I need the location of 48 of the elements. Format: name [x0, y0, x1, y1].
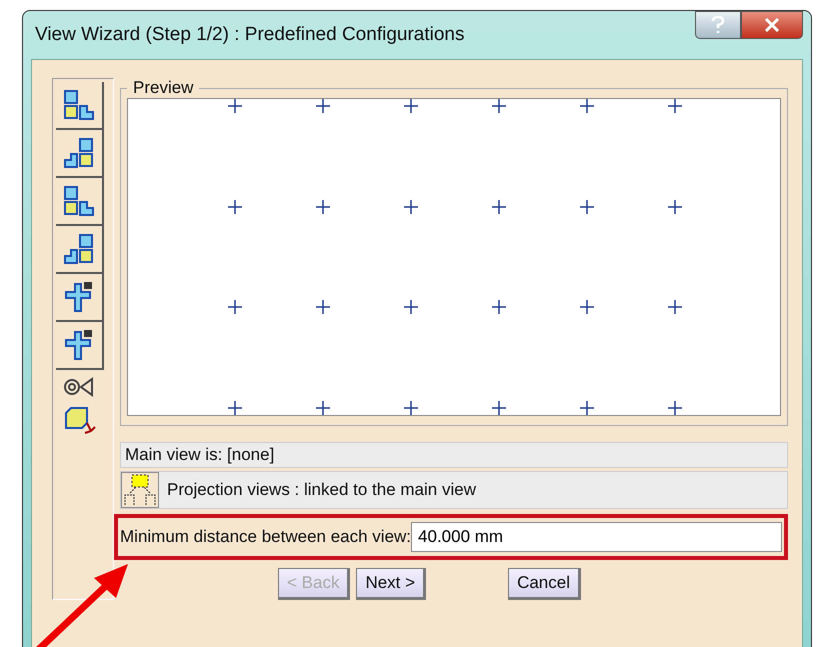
cross-marker-icon [228, 300, 242, 314]
projection-status: Projection views : linked to the main view [167, 480, 476, 500]
layout-button[interactable] [56, 82, 104, 130]
main-view-status: Main view is: [none] [120, 442, 788, 468]
cross-marker-icon [668, 300, 682, 314]
cross-marker-icon [492, 300, 506, 314]
cross-marker-icon [492, 400, 506, 415]
box-axis-icon [63, 405, 97, 437]
cross-marker-icon [228, 200, 242, 214]
cross-marker-icon [404, 400, 418, 415]
layout-icon [62, 136, 96, 170]
cross-marker-icon [404, 99, 418, 113]
preview-label: Preview [132, 78, 194, 98]
close-button[interactable] [741, 11, 803, 39]
cross-marker-icon [404, 300, 418, 314]
cross-marker-icon [580, 300, 594, 314]
cross-marker-icon [492, 200, 506, 214]
layout-button[interactable] [56, 322, 104, 370]
cross-marker-icon [668, 200, 682, 214]
cross-marker-icon [668, 400, 682, 415]
distance-field[interactable]: 40.000 mm [411, 522, 782, 552]
cross-marker-icon [668, 99, 682, 113]
cross-marker-icon [580, 99, 594, 113]
cross-marker-icon [228, 400, 242, 415]
distance-label: Minimum distance between each view: [120, 527, 412, 547]
cross-marker-icon [580, 200, 594, 214]
layout-icon [62, 232, 96, 266]
layout-button[interactable] [56, 226, 104, 274]
cross-marker-icon [580, 400, 594, 415]
cross-marker-icon [492, 99, 506, 113]
layout-button[interactable] [56, 130, 104, 178]
layout-button[interactable] [56, 274, 104, 322]
cross-marker-icon [228, 99, 242, 113]
cross-marker-icon [316, 300, 330, 314]
dialog-button[interactable]: Next > [356, 568, 426, 600]
projection-icon [121, 472, 159, 508]
close-icon [764, 18, 780, 32]
help-icon [710, 15, 726, 35]
cross-marker-icon [316, 99, 330, 113]
layout-icon [62, 88, 96, 122]
cross-marker-icon [316, 200, 330, 214]
cross-marker-icon [404, 200, 418, 214]
window-title: View Wizard (Step 1/2) : Predefined Configurations [34, 24, 464, 46]
cross-marker-icon [316, 400, 330, 415]
layout-button[interactable] [56, 178, 104, 226]
help-button[interactable] [695, 11, 741, 39]
layout-icon [62, 184, 96, 218]
dialog-button[interactable]: Cancel [508, 568, 581, 600]
